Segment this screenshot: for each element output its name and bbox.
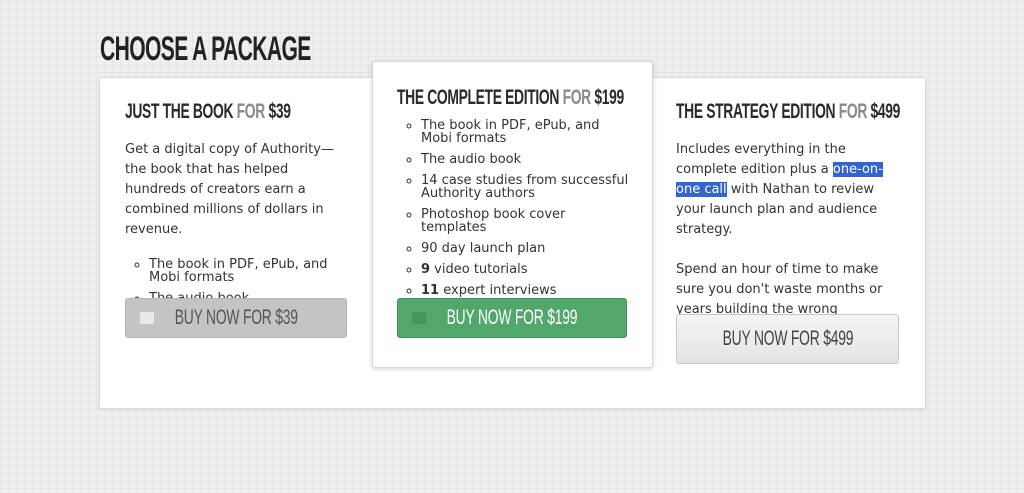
buy-now-39-button[interactable]: BUY NOW FOR $39 [125,298,347,338]
list-item: The book in PDF, ePub, and Mobi formats [149,258,347,284]
package-name: JUST THE BOOK [125,100,234,123]
feature-text: expert interviews [439,283,557,298]
button-label: BUY NOW FOR $39 [174,306,298,329]
package-strategy-edition: THE STRATEGY EDITION FOR $499 Includes e… [676,100,901,340]
package-name: THE STRATEGY EDITION [676,100,836,123]
package-price: $199 [594,86,624,109]
buy-now-199-button[interactable]: BUY NOW FOR $199 [397,298,627,338]
list-item: Photoshop book cover templates [421,208,629,234]
list-item: The book in PDF, ePub, and Mobi formats [421,119,629,145]
cart-icon [140,312,154,324]
package-just-the-book: JUST THE BOOK FOR $39 Get a digital copy… [125,100,347,313]
price-for-label: FOR [838,100,868,123]
button-label: BUY NOW FOR $499 [722,327,853,350]
package-name: THE COMPLETE EDITION [397,86,560,109]
package-description: Includes everything in the complete edit… [676,140,901,240]
list-item: The audio book [421,153,629,166]
description-text: Includes everything in the complete edit… [676,142,846,177]
list-item: 9 video tutorials [421,263,629,276]
package-title: THE STRATEGY EDITION FOR $499 [676,100,900,124]
cart-icon [412,312,426,324]
package-title: JUST THE BOOK FOR $39 [125,100,291,124]
package-price: $499 [870,100,901,123]
package-price: $39 [268,100,291,123]
count-value: 9 [421,262,431,277]
feature-list: The book in PDF, ePub, and Mobi formats … [397,119,629,297]
feature-text: video tutorials [430,262,528,277]
package-description: Get a digital copy of Authority—the book… [125,142,334,237]
button-label: BUY NOW FOR $199 [446,306,578,329]
list-item: 14 case studies from successful Authorit… [421,174,629,200]
list-item: 90 day launch plan [421,242,629,255]
price-for-label: FOR [562,86,592,109]
price-for-label: FOR [236,100,266,123]
count-value: 11 [421,283,440,298]
page-title: CHOOSE A PACKAGE [100,30,311,68]
package-complete-edition: THE COMPLETE EDITION FOR $199 The book i… [397,86,629,305]
buy-now-499-button[interactable]: BUY NOW FOR $499 [676,314,899,364]
list-item: 11 expert interviews [421,284,629,297]
package-title: THE COMPLETE EDITION FOR $199 [397,86,624,110]
